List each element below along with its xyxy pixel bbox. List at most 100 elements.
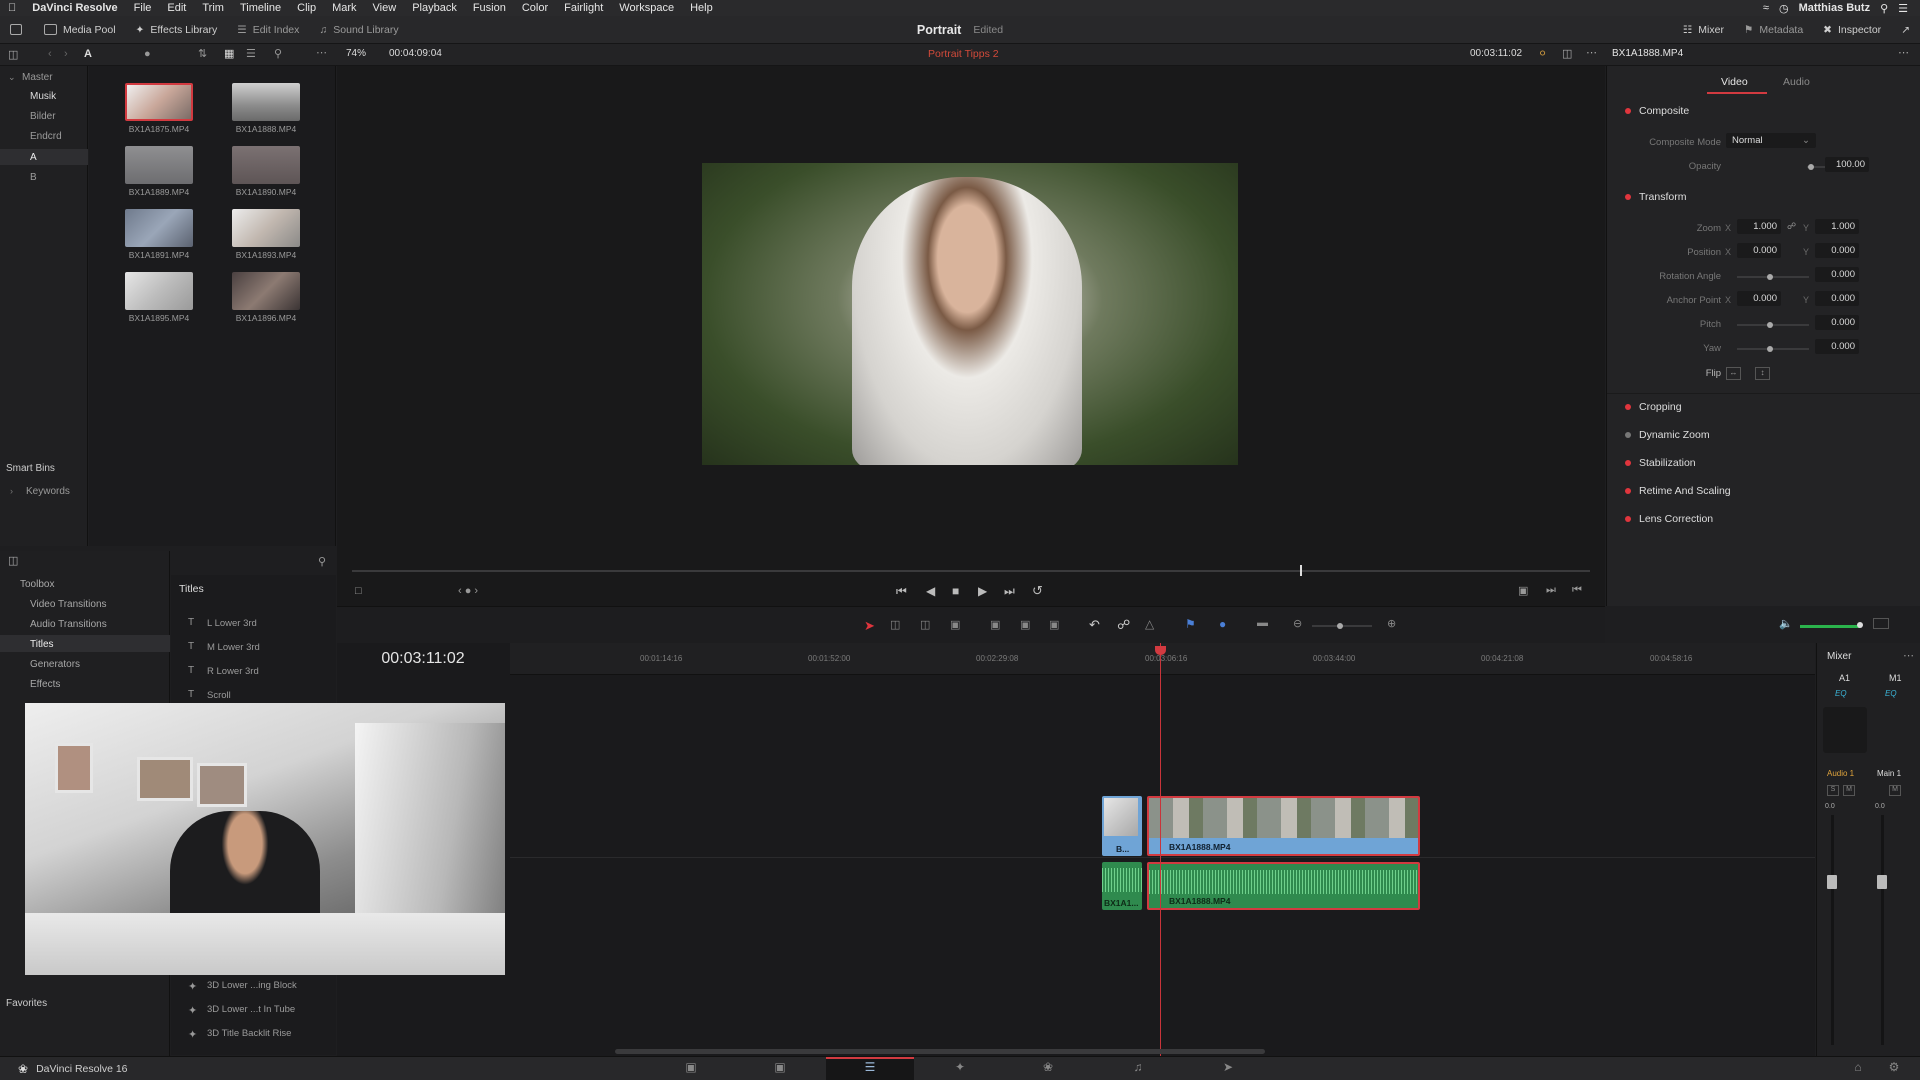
- trim-tool-icon[interactable]: ◫: [890, 618, 900, 631]
- smart-bin-keywords[interactable]: Keywords: [26, 486, 70, 497]
- volume-icon[interactable]: 🔈: [1779, 617, 1793, 630]
- yaw-value[interactable]: 0.000: [1815, 339, 1859, 354]
- match-frame-icon[interactable]: ▣: [1518, 584, 1528, 597]
- bin-b[interactable]: B: [30, 172, 37, 183]
- toolbox-root[interactable]: Toolbox: [20, 579, 54, 590]
- prev-edit-icon[interactable]: ⏮: [1572, 584, 1582, 597]
- clip-thumbnail[interactable]: [125, 83, 193, 121]
- toolbox-generators[interactable]: Generators: [30, 659, 80, 670]
- wifi-icon[interactable]: ≈: [1763, 2, 1769, 14]
- clip-thumbnail[interactable]: [232, 83, 300, 121]
- anchor-y-value[interactable]: 0.000: [1815, 291, 1859, 306]
- clip-thumbnail[interactable]: [232, 272, 300, 310]
- fusion-title-item[interactable]: 3D Title Backlit Rise: [207, 1028, 291, 1039]
- settings-gear-icon[interactable]: ⚙: [1886, 1060, 1902, 1074]
- viewer-zoom[interactable]: 74%: [346, 48, 366, 59]
- toolbox-audio-transitions[interactable]: Audio Transitions: [30, 619, 107, 630]
- grid-view-icon[interactable]: ▦: [224, 47, 234, 60]
- insert-clip-icon[interactable]: ▣: [990, 618, 1000, 631]
- pitch-slider[interactable]: [1737, 324, 1809, 326]
- lock-icon[interactable]: △: [1145, 617, 1154, 631]
- effects-library-button[interactable]: ✦ Effects Library: [126, 16, 228, 44]
- video-clip[interactable]: B...: [1102, 796, 1142, 856]
- notification-icon[interactable]: ☰: [1898, 2, 1908, 15]
- zoom-y-value[interactable]: 1.000: [1815, 219, 1859, 234]
- menu-color[interactable]: Color: [514, 2, 556, 14]
- composite-mode-select[interactable]: Normal ⌄: [1726, 133, 1816, 148]
- menu-fairlight[interactable]: Fairlight: [556, 2, 611, 14]
- search-icon[interactable]: ⚲: [318, 555, 326, 568]
- bin-musik[interactable]: Musik: [30, 91, 56, 102]
- opacity-value[interactable]: 100.00: [1825, 157, 1869, 172]
- main-mute-button[interactable]: M: [1889, 785, 1901, 796]
- pitch-value[interactable]: 0.000: [1815, 315, 1859, 330]
- replace-clip-icon[interactable]: ▣: [1049, 618, 1059, 631]
- clip-thumbnail[interactable]: [232, 146, 300, 184]
- section-cropping[interactable]: Cropping: [1607, 393, 1920, 420]
- enable-dot[interactable]: [1625, 515, 1631, 522]
- page-fairlight-icon[interactable]: ♫: [1130, 1060, 1146, 1074]
- enable-dot[interactable]: [1625, 459, 1631, 466]
- enable-dot[interactable]: [1625, 404, 1631, 410]
- rotation-value[interactable]: 0.000: [1815, 267, 1859, 282]
- play-reverse-icon[interactable]: ◀: [926, 584, 935, 598]
- solo-button[interactable]: S: [1827, 785, 1839, 796]
- audio-clip[interactable]: BX1A1...: [1102, 862, 1142, 910]
- toolbox-effects[interactable]: Effects: [30, 679, 60, 690]
- flip-horizontal-icon[interactable]: ↔: [1726, 367, 1741, 380]
- page-cut-icon[interactable]: ▣: [772, 1060, 788, 1074]
- flag-icon[interactable]: ⚑: [1185, 617, 1196, 631]
- title-item[interactable]: M Lower 3rd: [207, 642, 260, 653]
- panel-layout-icon[interactable]: ◫: [8, 48, 18, 61]
- audio-clip-selected[interactable]: BX1A1888.MP4: [1147, 862, 1420, 910]
- anchor-x-value[interactable]: 0.000: [1737, 291, 1781, 306]
- playhead-handle[interactable]: [1155, 646, 1166, 655]
- title-item[interactable]: L Lower 3rd: [207, 618, 257, 629]
- inspector-button[interactable]: ✖ Inspector: [1813, 16, 1891, 44]
- enable-dot[interactable]: [1625, 487, 1631, 494]
- apple-icon[interactable]: : [0, 2, 24, 14]
- safe-area-icon[interactable]: □: [355, 585, 362, 597]
- pitch-slider-knob[interactable]: [1767, 322, 1773, 328]
- yaw-slider-knob[interactable]: [1767, 346, 1773, 352]
- mixer-button[interactable]: ☷ Mixer: [1673, 16, 1734, 44]
- menu-mark[interactable]: Mark: [324, 2, 364, 14]
- master-volume-slider[interactable]: [1800, 625, 1860, 628]
- fader-m1[interactable]: [1877, 875, 1887, 889]
- enable-dot[interactable]: [1625, 431, 1631, 438]
- rotation-slider[interactable]: [1737, 276, 1809, 278]
- more-options-icon[interactable]: ⋯: [316, 46, 327, 59]
- opacity-slider-knob[interactable]: [1808, 164, 1814, 170]
- jog-control-icon[interactable]: ‹ ● ›: [458, 585, 478, 597]
- record-dot-icon[interactable]: ●: [144, 48, 151, 60]
- section-stabilization[interactable]: Stabilization: [1607, 449, 1920, 476]
- section-composite[interactable]: Composite: [1607, 97, 1920, 124]
- metadata-button[interactable]: ⚑ Metadata: [1734, 16, 1813, 44]
- marker-icon[interactable]: ●: [1219, 617, 1226, 631]
- loop-icon[interactable]: ↺: [1032, 583, 1043, 599]
- bin-a[interactable]: A: [30, 152, 37, 163]
- bin-master[interactable]: Master: [22, 72, 53, 83]
- monitor-icon[interactable]: [0, 16, 34, 44]
- zoom-in-icon[interactable]: ⊕: [1387, 617, 1396, 630]
- video-clip-selected[interactable]: BX1A1888.MP4: [1147, 796, 1420, 856]
- zoom-detail-icon[interactable]: ▬: [1257, 617, 1268, 629]
- yaw-slider[interactable]: [1737, 348, 1809, 350]
- menu-workspace[interactable]: Workspace: [611, 2, 682, 14]
- dual-viewer-icon[interactable]: ◫: [1562, 47, 1572, 60]
- overwrite-clip-icon[interactable]: ▣: [1020, 618, 1030, 631]
- timeline-area[interactable]: [337, 643, 1815, 1056]
- eq-a1[interactable]: EQ: [1835, 689, 1847, 698]
- mixer-options-icon[interactable]: ⋯: [1903, 649, 1914, 662]
- title-item[interactable]: R Lower 3rd: [207, 666, 259, 677]
- sort-icon[interactable]: ⇅: [198, 47, 207, 60]
- menu-fusion[interactable]: Fusion: [465, 2, 514, 14]
- menu-file[interactable]: File: [126, 2, 160, 14]
- page-edit-icon[interactable]: ☰: [862, 1060, 878, 1074]
- page-deliver-icon[interactable]: ➤: [1220, 1060, 1236, 1074]
- menu-view[interactable]: View: [365, 2, 405, 14]
- timeline-name-dropdown[interactable]: Portrait Tipps 2: [928, 48, 999, 60]
- section-transform[interactable]: Transform: [1607, 183, 1920, 210]
- search-icon[interactable]: ⚲: [274, 47, 282, 60]
- stop-icon[interactable]: ■: [952, 584, 959, 598]
